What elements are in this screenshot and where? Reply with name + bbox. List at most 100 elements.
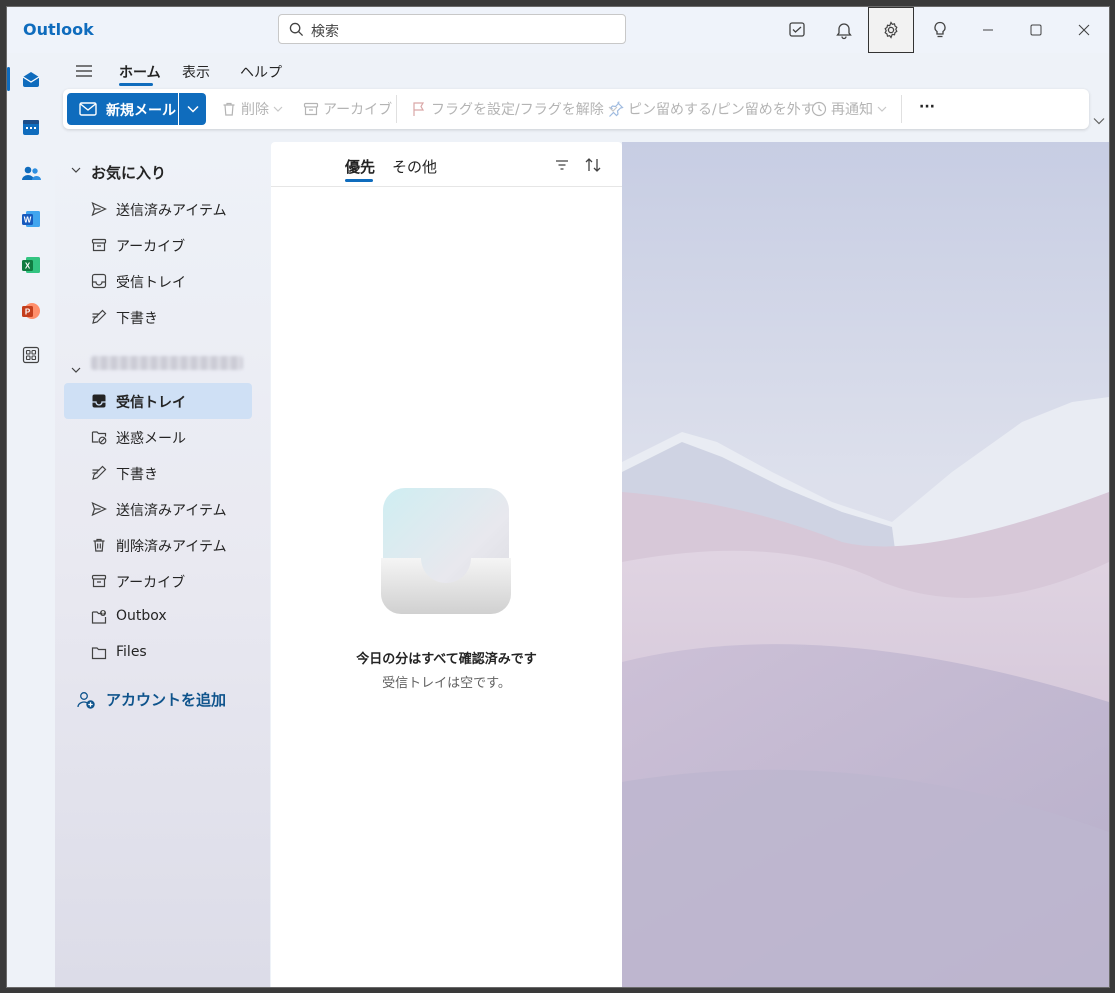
bell-icon <box>836 23 852 40</box>
word-app-icon: W <box>22 211 40 227</box>
hamburger-button[interactable] <box>75 62 93 84</box>
pin-icon <box>609 101 624 117</box>
flag-icon <box>413 102 425 116</box>
minimize-button[interactable] <box>965 7 1011 53</box>
folder-outbox[interactable]: Outbox <box>64 599 252 635</box>
people-app-icon <box>22 166 41 180</box>
archive-button[interactable]: アーカイブ <box>303 99 392 119</box>
snooze-button[interactable]: 再通知 <box>811 99 887 119</box>
minimize-icon <box>983 29 993 31</box>
list-header-divider <box>271 186 622 187</box>
search-icon <box>289 22 304 37</box>
archive-icon <box>91 238 107 252</box>
notifications-button[interactable] <box>821 7 867 53</box>
outlook-window: Outlook 検索 W X P ホーム 表示 ヘルプ 新規メール 削除 アーカ… <box>6 6 1110 988</box>
calendar-app-icon <box>23 120 39 135</box>
favorite-drafts[interactable]: 下書き <box>64 299 252 335</box>
account-collapse-chevron[interactable] <box>71 361 81 377</box>
folder-archive[interactable]: アーカイブ <box>64 563 252 599</box>
pin-button[interactable]: ピン留めする/ピン留めを外す <box>608 99 815 119</box>
checklist-icon <box>789 22 805 37</box>
app-title: Outlook <box>23 20 94 39</box>
sort-icon <box>585 158 601 172</box>
send-icon <box>91 501 107 517</box>
chevron-down-icon <box>71 367 81 373</box>
mail-app-icon <box>22 72 40 87</box>
folder-junk[interactable]: 迷惑メール <box>64 419 252 455</box>
filter-button[interactable] <box>554 157 570 177</box>
chevron-down-icon <box>877 106 887 112</box>
title-bar: Outlook 検索 <box>7 7 1109 53</box>
new-mail-button[interactable]: 新規メール <box>67 93 178 125</box>
rail-mail[interactable] <box>17 65 45 93</box>
delete-button[interactable]: 削除 <box>221 99 283 119</box>
chevron-down-icon <box>273 106 283 112</box>
tab-other[interactable]: その他 <box>392 156 437 177</box>
toolbar-divider <box>396 95 397 123</box>
settings-button[interactable] <box>868 7 914 53</box>
clock-icon <box>811 101 827 117</box>
ribbon-tabs: ホーム 表示 ヘルプ <box>55 53 1109 89</box>
apps-grid-icon <box>22 346 40 364</box>
account-name-redacted <box>91 356 243 370</box>
powerpoint-app-icon: P <box>22 303 40 319</box>
my-day-button[interactable] <box>774 7 820 53</box>
archive-icon <box>303 102 319 116</box>
search-input[interactable]: 検索 <box>311 21 339 41</box>
folder-inbox[interactable]: 受信トレイ <box>64 383 252 419</box>
gear-icon <box>884 21 898 39</box>
new-mail-label: 新規メール <box>106 103 176 119</box>
rail-powerpoint[interactable]: P <box>17 297 45 325</box>
archive-icon <box>91 574 107 588</box>
trash-icon <box>93 538 105 552</box>
message-list: 優先 その他 今日の分はすべて確認済みです 受信トレイは空です。 <box>271 142 622 987</box>
close-button[interactable] <box>1061 7 1107 53</box>
folder-drafts[interactable]: 下書き <box>64 455 252 491</box>
folder-pane: お気に入り 送信済みアイテム アーカイブ 受信トレイ 下書き 受信トレイ 迷惑メ… <box>55 142 270 987</box>
new-mail-dropdown[interactable] <box>179 93 206 125</box>
pencil-icon <box>92 309 107 324</box>
sort-button[interactable] <box>584 156 602 178</box>
tab-focused[interactable]: 優先 <box>345 156 375 177</box>
folder-deleted-items[interactable]: 削除済みアイテム <box>64 527 252 563</box>
maximize-button[interactable] <box>1013 7 1059 53</box>
more-actions-button[interactable]: ··· <box>919 99 935 115</box>
tab-home[interactable]: ホーム <box>119 62 161 82</box>
favorite-archive[interactable]: アーカイブ <box>64 227 252 263</box>
trash-icon <box>223 102 235 116</box>
outbox-icon <box>91 610 107 624</box>
excel-app-icon: X <box>22 257 40 273</box>
tab-view[interactable]: 表示 <box>182 62 210 82</box>
folder-icon <box>91 647 107 660</box>
rail-calendar[interactable] <box>17 113 45 141</box>
empty-state-title: 今日の分はすべて確認済みです <box>356 652 537 667</box>
flag-button[interactable]: フラグを設定/フラグを解除 <box>411 99 618 119</box>
mail-icon <box>79 102 97 116</box>
folder-sent-items[interactable]: 送信済みアイテム <box>64 491 252 527</box>
favorite-inbox[interactable]: 受信トレイ <box>64 263 252 299</box>
folder-files[interactable]: Files <box>64 635 252 671</box>
rail-excel[interactable]: X <box>17 251 45 279</box>
tab-help[interactable]: ヘルプ <box>240 62 282 82</box>
lightbulb-icon <box>934 21 946 38</box>
filter-icon <box>556 160 568 170</box>
rail-word[interactable]: W <box>17 205 45 233</box>
rail-more-apps[interactable] <box>17 341 45 369</box>
chevron-down-icon <box>187 105 199 113</box>
rail-people[interactable] <box>17 159 45 187</box>
reading-pane <box>622 142 1109 987</box>
hamburger-icon <box>76 65 92 77</box>
ribbon-toolbar: 新規メール 削除 アーカイブ フラグを設定/フラグを解除 ピン留めする/ピン留め… <box>63 89 1089 129</box>
inbox-icon <box>92 394 106 408</box>
inbox-icon <box>91 273 107 289</box>
toolbar-divider <box>901 95 902 123</box>
tab-focused-underline <box>345 179 373 182</box>
search-box[interactable]: 検索 <box>278 14 626 44</box>
app-rail: W X P <box>7 53 55 987</box>
close-icon <box>1078 24 1090 36</box>
ribbon-expand-chevron-icon[interactable] <box>1093 117 1105 125</box>
tips-button[interactable] <box>917 7 963 53</box>
rail-selection-indicator <box>7 67 10 91</box>
chevron-down-icon <box>71 167 81 173</box>
favorite-sent-items[interactable]: 送信済みアイテム <box>64 191 252 227</box>
